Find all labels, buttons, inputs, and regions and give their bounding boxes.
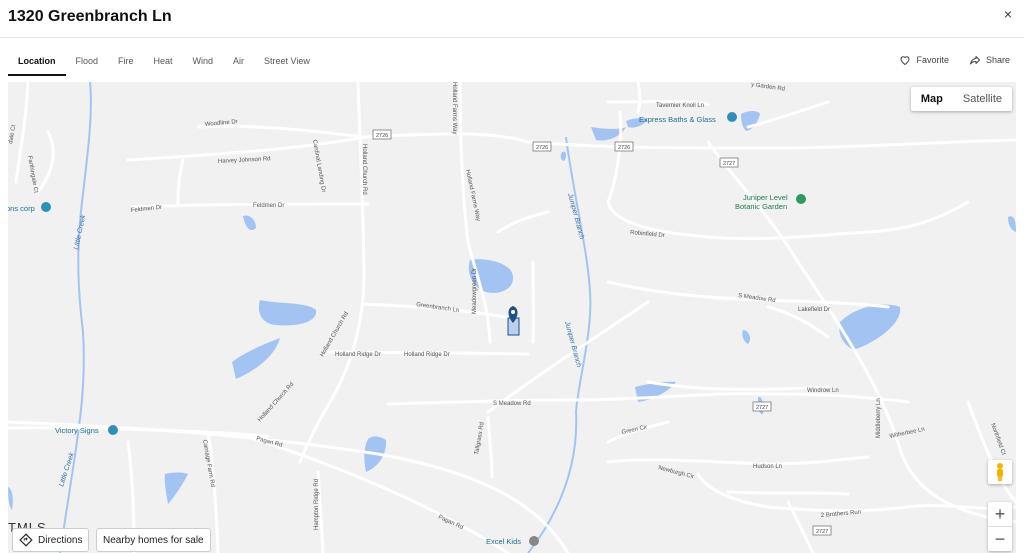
- road-label: Hudson Ln: [753, 464, 782, 470]
- shop-icon: [41, 202, 51, 212]
- zoom-out-button[interactable]: −: [988, 527, 1012, 551]
- road-label: Hampton Ridge Rd: [314, 479, 320, 530]
- poi-label: ons corp: [8, 204, 35, 213]
- road-label: Holland Farms Way: [451, 82, 457, 134]
- water-label: Juniper Branch: [566, 192, 585, 240]
- road-label: Green Cir: [621, 425, 648, 436]
- road-label: Meadowgreen Dr: [472, 268, 478, 314]
- map[interactable]: 2726 2726 2726 2727 2727 2727 Woodline D…: [8, 82, 1016, 553]
- road-label: Feldmen Dr: [253, 203, 284, 209]
- road-label: Tallgrass Rd: [474, 422, 486, 456]
- pegman-icon[interactable]: [988, 460, 1012, 484]
- tab-air[interactable]: Air: [223, 50, 254, 76]
- place-icon: [529, 536, 539, 546]
- road-label: Holland Church Rd: [257, 382, 295, 424]
- directions-icon: [19, 533, 33, 547]
- route-2726-b: 2726: [536, 145, 548, 151]
- poi-signs-corp[interactable]: ons corp: [8, 202, 51, 213]
- heart-icon: [900, 56, 910, 66]
- road-label: S Meadow Rd: [738, 293, 776, 304]
- tab-flood[interactable]: Flood: [66, 50, 109, 76]
- tab-street-view[interactable]: Street View: [254, 50, 320, 76]
- poi-label: Victory Signs: [55, 426, 99, 435]
- tab-wind[interactable]: Wind: [183, 50, 224, 76]
- road-label: S Meadow Rd: [493, 401, 531, 407]
- poi-excel[interactable]: Excel Kids: [486, 536, 539, 546]
- share-button[interactable]: Share: [969, 54, 1010, 66]
- directions-label: Directions: [38, 534, 83, 546]
- zoom-in-button[interactable]: +: [988, 502, 1012, 526]
- route-2727-a: 2727: [723, 161, 735, 167]
- road-label: Greenbranch Ln: [416, 302, 460, 314]
- road-label: Holland Farms Way: [464, 169, 481, 222]
- road-label: Holland Ridge Dr: [404, 352, 450, 358]
- road-label: Cardinal Landing Dr: [311, 139, 326, 193]
- close-icon[interactable]: ×: [998, 4, 1018, 24]
- road-label: y Garden Rd: [751, 82, 786, 93]
- page-title: 1320 Greenbranch Ln: [8, 8, 172, 25]
- nearby-homes-label: Nearby homes for sale: [103, 534, 204, 546]
- route-2726-c: 2726: [618, 145, 630, 151]
- shop-icon: [727, 112, 737, 122]
- road-label: Newburgh Cir: [657, 465, 694, 480]
- route-2726-a: 2726: [376, 133, 388, 139]
- water-labels: Little Creek Little Creek Juniper Branch…: [58, 192, 585, 488]
- route-2727-b: 2727: [756, 405, 768, 411]
- poi-juniper[interactable]: Juniper Level Botanic Garden: [735, 193, 806, 211]
- favorite-button[interactable]: Favorite: [899, 54, 949, 66]
- road-label: Windrow Ln: [807, 388, 839, 394]
- park-icon: [796, 194, 806, 204]
- tab-location[interactable]: Location: [8, 50, 66, 76]
- water-label: Little Creek: [73, 214, 87, 251]
- poi-label: Juniper Level: [743, 193, 788, 202]
- road-label: Pagan Rd: [437, 514, 464, 531]
- directions-button[interactable]: Directions: [12, 528, 90, 552]
- header: 1320 Greenbranch Ln ×: [0, 0, 1024, 38]
- road-label: Lakefield Dr: [798, 307, 830, 313]
- shop-icon: [108, 425, 118, 435]
- favorite-label: Favorite: [916, 55, 949, 65]
- poi-express[interactable]: Express Baths & Glass: [639, 112, 737, 124]
- nearby-homes-button[interactable]: Nearby homes for sale: [96, 528, 211, 552]
- water-label: Juniper Branch: [563, 320, 582, 368]
- road-label: dale Ct: [8, 124, 17, 144]
- road-label: Tavernier Knoll Ln: [656, 103, 704, 109]
- property-marker[interactable]: [507, 306, 520, 336]
- road-label: Northfield Ct: [989, 423, 1006, 457]
- tab-fire[interactable]: Fire: [108, 50, 144, 76]
- actions: Favorite Share: [899, 54, 1010, 66]
- share-label: Share: [985, 55, 1010, 65]
- poi-label: Excel Kids: [486, 537, 521, 546]
- road-label: Holland Ridge Dr: [335, 352, 381, 358]
- tab-bar: Location Flood Fire Heat Wind Air Street…: [8, 50, 320, 76]
- map-type-control: Map Satellite: [910, 87, 1012, 111]
- map-type-satellite[interactable]: Satellite: [953, 87, 1012, 111]
- road-label: Farthingale Ct: [26, 155, 39, 193]
- poi-label: Botanic Garden: [735, 202, 787, 211]
- road-label: Holland Church Rd: [361, 144, 367, 195]
- poi-label: Express Baths & Glass: [639, 115, 716, 124]
- route-2727-c: 2727: [816, 529, 828, 535]
- road-label: Middleberry Ln: [876, 398, 882, 438]
- map-canvas[interactable]: 2726 2726 2726 2727 2727 2727 Woodline D…: [8, 82, 1016, 553]
- road-labels: Woodline Dr Harvey Johnson Rd Feldmen Dr…: [8, 82, 1006, 531]
- road-label: Harvey Johnson Rd: [218, 156, 271, 165]
- road-label: Pagan Rd: [255, 436, 282, 449]
- tab-heat[interactable]: Heat: [144, 50, 183, 76]
- zoom-control: + −: [988, 502, 1012, 551]
- map-type-map[interactable]: Map: [911, 87, 953, 111]
- share-icon: [969, 56, 980, 65]
